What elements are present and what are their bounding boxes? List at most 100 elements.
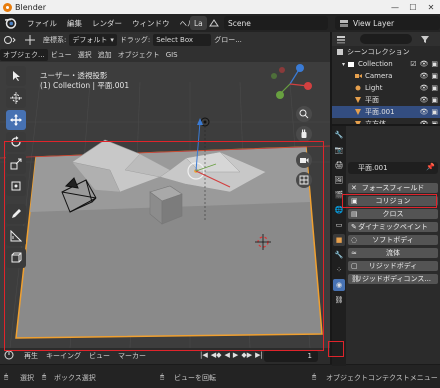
- minimize-button[interactable]: —: [386, 0, 404, 14]
- force-field-button[interactable]: ✕ フォースフィールド: [348, 183, 438, 193]
- menu-window[interactable]: ウィンドウ: [127, 18, 175, 29]
- camera-render-icon[interactable]: ▣: [431, 108, 438, 116]
- drag-dropdown[interactable]: Select Box: [153, 34, 212, 46]
- soft-body-button[interactable]: ◌ ソフトボディ: [348, 235, 438, 245]
- cursor-tool-button[interactable]: [6, 88, 26, 108]
- menu-file[interactable]: ファイル: [22, 18, 62, 29]
- maximize-button[interactable]: ☐: [404, 0, 422, 14]
- outliner-scene-collection[interactable]: シーンコレクション: [332, 46, 440, 58]
- outliner-item-camera[interactable]: Camera 👁 ▣: [332, 70, 440, 82]
- tab-modifiers[interactable]: 🔧: [333, 249, 345, 261]
- tab-particles[interactable]: ⁘: [333, 264, 345, 276]
- outliner-item-label: Camera: [365, 72, 393, 80]
- expand-arrow-icon[interactable]: ▾: [342, 61, 345, 68]
- tab-constraints[interactable]: ⛓: [333, 294, 345, 306]
- tab-object[interactable]: ■: [333, 234, 345, 246]
- annotate-tool-button[interactable]: [6, 204, 26, 224]
- window-title: Blender: [15, 2, 46, 12]
- outliner-search-field[interactable]: [360, 34, 412, 44]
- transform-tool-button[interactable]: [6, 176, 26, 196]
- eye-icon[interactable]: 👁: [419, 96, 428, 104]
- scene-icon[interactable]: [208, 18, 220, 28]
- outliner-editor-icon[interactable]: [336, 35, 346, 44]
- menu-marker[interactable]: マーカー: [114, 351, 150, 361]
- current-frame-field[interactable]: 1: [264, 350, 318, 362]
- tab-world[interactable]: 🌐: [333, 204, 345, 216]
- row-toggles: 👁▣: [419, 72, 438, 80]
- collision-button[interactable]: ▣ コリジョン: [348, 196, 438, 206]
- pin-icon[interactable]: 📌: [426, 163, 435, 171]
- outliner-collection-row[interactable]: ▾ Collection ☑ 👁 ▣: [332, 58, 440, 70]
- close-button[interactable]: ✕: [422, 0, 440, 14]
- menu-view[interactable]: ビュー: [48, 49, 75, 61]
- eye-icon[interactable]: 👁: [419, 72, 428, 80]
- pan-button[interactable]: [296, 126, 312, 142]
- view-layer-selector[interactable]: View Layer: [335, 16, 440, 30]
- jump-start-icon[interactable]: |◀: [200, 351, 208, 359]
- next-key-icon[interactable]: ◆▶: [241, 351, 252, 359]
- tab-tool[interactable]: 🔧: [333, 129, 345, 141]
- timeline-editor-icon[interactable]: [0, 350, 20, 362]
- object-name-field[interactable]: 平面.001 📌: [348, 162, 438, 174]
- menu-timeline-view[interactable]: ビュー: [85, 351, 114, 361]
- camera-view-button[interactable]: [296, 152, 312, 168]
- menu-object[interactable]: オブジェクト: [115, 49, 163, 61]
- eye-icon[interactable]: 👁: [419, 108, 428, 116]
- play-icon[interactable]: ▶: [233, 351, 238, 359]
- outliner-item-light[interactable]: Light 👁 ▣: [332, 82, 440, 94]
- tab-physics[interactable]: ◉: [333, 279, 345, 291]
- play-reverse-icon[interactable]: ◀: [225, 351, 230, 359]
- outliner-item-plane-001[interactable]: 平面.001 👁 ▣: [332, 106, 440, 118]
- tab-collection[interactable]: ▭: [333, 219, 345, 231]
- dynamic-paint-button[interactable]: ✎ ダイナミックペイント: [348, 222, 438, 232]
- filter-icon[interactable]: [420, 35, 430, 44]
- transform-pivot-icon[interactable]: [20, 34, 40, 46]
- zoom-icon: [299, 109, 309, 119]
- menu-select[interactable]: 選択: [75, 49, 95, 61]
- fluid-button[interactable]: ≈ 流体: [348, 248, 438, 258]
- camera-render-icon[interactable]: ▣: [431, 60, 438, 68]
- prev-key-icon[interactable]: ◀◆: [211, 351, 222, 359]
- viewport-header: 座標系: デフォルト ▾ ドラッグ: Select Box グロー...: [0, 32, 330, 48]
- orientation-dropdown[interactable]: デフォルト ▾: [69, 34, 117, 46]
- eye-icon[interactable]: 👁: [419, 84, 428, 92]
- playback-controls: |◀ ◀◆ ◀ ▶ ◆▶ ▶|: [200, 351, 263, 359]
- menu-playback[interactable]: 再生: [20, 351, 42, 361]
- tab-render[interactable]: 📷: [333, 144, 345, 156]
- eye-icon[interactable]: 👁: [419, 60, 428, 68]
- add-cube-tool-button[interactable]: [6, 248, 26, 268]
- measure-tool-button[interactable]: [6, 226, 26, 246]
- menu-keying[interactable]: キーイング: [42, 351, 85, 361]
- camera-render-icon[interactable]: ▣: [431, 72, 438, 80]
- move-tool-button[interactable]: [6, 110, 26, 130]
- checkbox-icon[interactable]: ☑: [410, 60, 416, 68]
- workspace-tab[interactable]: La: [190, 16, 207, 30]
- camera-render-icon[interactable]: ▣: [431, 96, 438, 104]
- scale-tool-button[interactable]: [6, 154, 26, 174]
- menu-render[interactable]: レンダー: [87, 18, 127, 29]
- camera-render-icon[interactable]: ▣: [431, 84, 438, 92]
- rotate-tool-button[interactable]: [6, 132, 26, 152]
- tab-output[interactable]: 🖨: [333, 159, 345, 171]
- outliner-item-plane[interactable]: 平面 👁 ▣: [332, 94, 440, 106]
- blender-menu-icon[interactable]: [4, 16, 18, 30]
- select-tool-button[interactable]: [6, 66, 26, 86]
- status-box-select: ボックス選択: [54, 374, 96, 382]
- jump-end-icon[interactable]: ▶|: [255, 351, 263, 359]
- tab-view-layer[interactable]: 🖼: [333, 174, 345, 186]
- global-dropdown[interactable]: グロー...: [211, 34, 245, 46]
- zoom-button[interactable]: [296, 106, 312, 122]
- rigid-body-button[interactable]: ▢ リジッドボディ: [348, 261, 438, 271]
- perspective-toggle-button[interactable]: [296, 172, 312, 188]
- rigid-body-constraint-button[interactable]: ⛓ リジッドボディコンス...: [348, 274, 438, 284]
- scene-selector[interactable]: Scene: [224, 16, 328, 30]
- menu-add[interactable]: 追加: [95, 49, 115, 61]
- mode-dropdown[interactable]: オブジェク...: [0, 49, 48, 61]
- soft-body-label: ソフトボディ: [372, 236, 414, 244]
- menu-gis[interactable]: GIS: [163, 49, 181, 61]
- tab-scene[interactable]: 🎬: [333, 189, 345, 201]
- cloth-button[interactable]: ▤ クロス: [348, 209, 438, 219]
- menu-edit[interactable]: 編集: [62, 18, 87, 29]
- 3d-viewport[interactable]: ユーザー・透視投影 (1) Collection | 平面.001: [0, 62, 330, 348]
- editor-type-button[interactable]: [0, 34, 20, 46]
